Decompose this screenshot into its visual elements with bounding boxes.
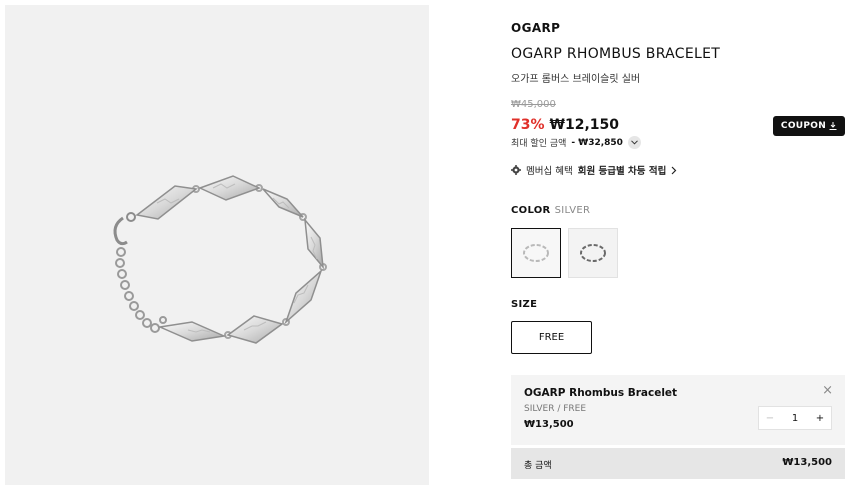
membership-benefit: 회원 등급별 차등 적립: [577, 166, 667, 177]
selected-item-price: ₩13,500: [524, 419, 574, 430]
chevron-down-icon: [631, 140, 638, 145]
selected-color: SILVER: [554, 205, 591, 216]
color-label: COLOR SILVER: [511, 205, 591, 216]
size-option-free[interactable]: FREE: [511, 321, 592, 354]
total-row: 총 금액 ₩13,500: [511, 448, 845, 479]
max-discount-label: 최대 할인 금액: [511, 139, 567, 149]
discount-rate: 73%: [511, 117, 545, 133]
chevron-right-icon: [671, 166, 677, 174]
decrease-button[interactable]: −: [759, 413, 781, 424]
selected-item-option: SILVER / FREE: [524, 404, 587, 414]
increase-button[interactable]: +: [809, 413, 831, 424]
download-icon: [829, 122, 837, 130]
color-swatch-silver[interactable]: [511, 228, 561, 278]
max-discount-price: - ₩32,850: [571, 137, 623, 148]
membership-label: 멤버십 혜택: [526, 166, 573, 177]
selected-item-name: OGARP Rhombus Bracelet: [524, 387, 678, 399]
max-discount-row: 최대 할인 금액 - ₩32,850: [511, 136, 641, 149]
original-price: ₩45,000: [511, 99, 556, 110]
total-label: 총 금액: [524, 461, 552, 471]
product-gallery: [5, 5, 429, 485]
price-row: 73% ₩12,150: [511, 117, 619, 133]
size-label: SIZE: [511, 299, 538, 310]
coupon-label: COUPON: [780, 121, 827, 131]
quantity-value[interactable]: 1: [781, 413, 809, 424]
selected-item: OGARP Rhombus Bracelet SILVER / FREE ₩13…: [511, 375, 845, 445]
coupon-button[interactable]: COUPON: [773, 116, 845, 136]
total-price: ₩13,500: [782, 457, 832, 468]
bracelet-thumbnail-icon: [523, 244, 549, 262]
gear-icon: [511, 165, 521, 175]
sale-price: ₩12,150: [549, 117, 619, 133]
brand-name[interactable]: OGARP: [511, 21, 560, 35]
color-swatch-dark[interactable]: [568, 228, 618, 278]
product-title: OGARP RHOMBUS BRACELET: [511, 46, 721, 62]
membership-benefit-link[interactable]: 멤버십 혜택 회원 등급별 차등 적립: [511, 163, 677, 177]
bracelet-image: [113, 175, 327, 344]
quantity-stepper: − 1 +: [758, 406, 832, 430]
expand-discount-button[interactable]: [627, 136, 641, 149]
product-info: OGARP OGARP RHOMBUS BRACELET 오가프 롬버스 브레이…: [511, 0, 845, 485]
product-subtitle: 오가프 롬버스 브레이슬릿 실버: [511, 74, 641, 85]
close-icon[interactable]: ×: [822, 384, 833, 397]
bracelet-thumbnail-icon: [580, 244, 606, 262]
